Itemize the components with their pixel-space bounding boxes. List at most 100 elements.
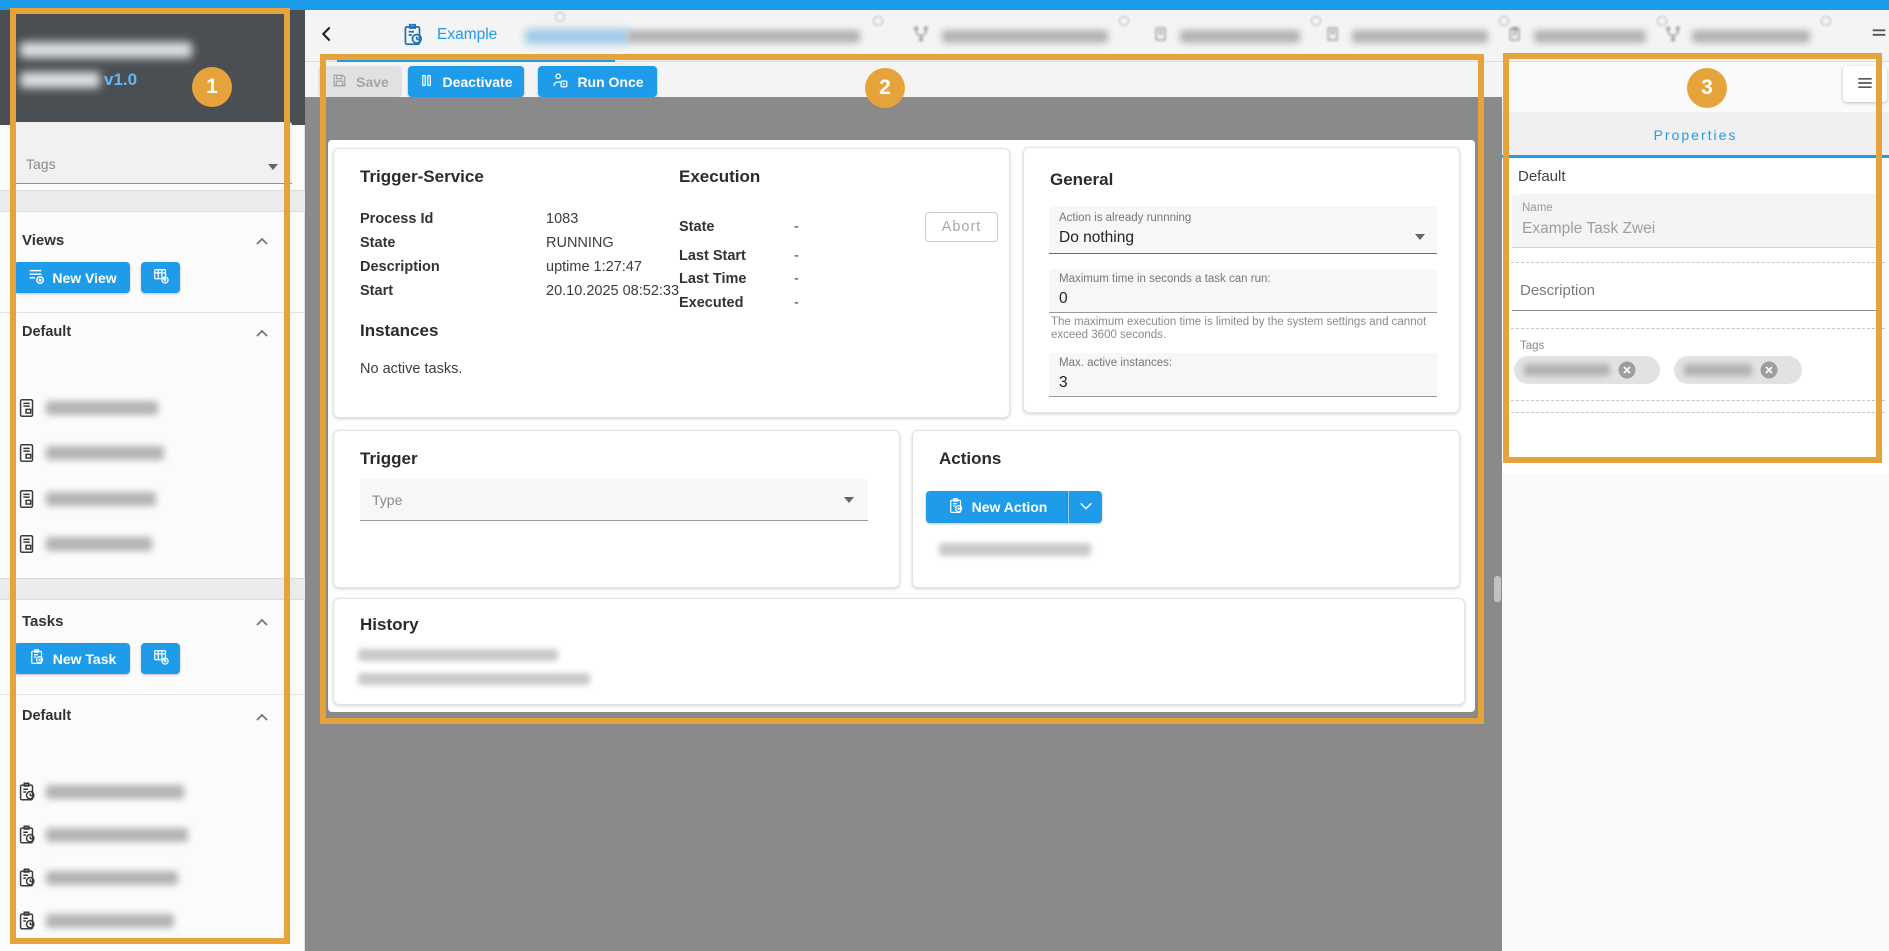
view-list-item[interactable] [16,533,38,558]
left-sidebar: v1.0 Tags Views New View Default [0,10,305,951]
redacted-text [358,649,558,661]
remove-tag-icon[interactable] [1760,361,1778,379]
view-document-icon [16,497,38,513]
new-action-button[interactable]: New Action [926,491,1068,523]
history-card: History [333,598,1465,705]
row-label: Last Time [679,271,746,287]
tab-strip: Example [305,10,1889,62]
task-list-item[interactable] [16,781,38,806]
tags-filter-select[interactable]: Tags [14,122,292,184]
view-document-icon [16,451,38,467]
tab-active-example-task[interactable]: Example [337,10,615,62]
view-list-item[interactable] [16,488,38,513]
chevron-up-icon[interactable] [254,710,270,729]
row-label: State [679,219,714,235]
grid-plus-icon [152,267,170,288]
trigger-service-card: Trigger-Service Process Id 1083 State RU… [333,148,1010,418]
row-value: - [794,295,799,311]
hamburger-menu-icon [1855,73,1875,96]
general-card: General Action is already runnning Do no… [1023,147,1460,413]
scrollbar-thumb[interactable] [1494,576,1501,602]
pause-icon [419,73,434,91]
redacted-text [46,401,158,415]
redacted-text [627,30,860,43]
view-list-item[interactable] [16,397,38,422]
new-task-grid-button[interactable] [141,643,180,674]
actions-card: Actions New Action [912,430,1460,588]
chevron-down-icon [1415,234,1425,240]
deactivate-button[interactable]: Deactivate [408,66,524,97]
properties-panel: Properties Default Name Example Task Zwe… [1502,62,1889,951]
new-action-label: New Action [972,499,1048,515]
run-once-button[interactable]: Run Once [538,66,657,97]
tab-status-dot [1119,16,1129,26]
back-chevron-icon[interactable] [317,24,337,47]
tag-chip[interactable] [1514,356,1660,384]
panel-menu-button[interactable] [1843,66,1887,102]
redacted-text [1684,364,1752,376]
app-top-bar [0,0,1889,10]
redacted-text [46,446,164,460]
save-label: Save [356,74,389,90]
run-once-person-icon [551,71,569,92]
chevron-up-icon[interactable] [254,615,270,634]
redacted-text [46,492,156,506]
view-list-item[interactable] [16,442,38,467]
tab-status-dot [1657,16,1667,26]
view-document-icon [16,406,38,422]
tab-status-dot [1311,16,1321,26]
row-value: uptime 1:27:47 [546,259,642,275]
tab-status-dot [1499,16,1509,26]
field-label: Max. active instances: [1059,357,1172,369]
name-field[interactable]: Name Example Task Zwei [1512,194,1879,248]
redacted-text [1692,30,1810,43]
tags-field-label: Tags [1520,340,1544,352]
task-clipboard-clock-icon [400,22,426,51]
task-list-item[interactable] [16,824,38,849]
instances-title: Instances [360,321,438,341]
redacted-text [1524,364,1610,376]
save-button[interactable]: Save [318,66,402,97]
task-list-item[interactable] [16,867,38,892]
view-document-icon [16,542,38,558]
new-view-grid-button[interactable] [141,262,180,293]
row-label: State [360,235,395,251]
editor-workspace: Trigger-Service Process Id 1083 State RU… [305,97,1502,951]
trigger-type-select[interactable]: Type [360,479,868,521]
chevron-up-icon[interactable] [254,234,270,253]
clipboard-plus-icon [947,497,965,518]
max-instances-input[interactable]: Max. active instances: 3 [1049,353,1437,397]
tab-overflow-menu-icon[interactable] [1870,24,1888,45]
row-value: - [794,271,799,287]
description-field[interactable] [1512,310,1879,311]
dashed-divider [1506,412,1885,413]
row-label: Last Start [679,248,746,264]
tab-properties[interactable]: Properties [1654,127,1738,143]
new-view-button[interactable]: New View [14,262,130,293]
card-title: Actions [939,449,1001,469]
name-field-value: Example Task Zwei [1522,220,1655,238]
max-time-input[interactable]: Maximum time in seconds a task can run: … [1049,269,1437,313]
name-field-label: Name [1522,202,1553,214]
row-value: - [794,219,799,235]
new-action-dropdown-button[interactable] [1068,491,1102,523]
section-divider [0,578,305,600]
task-list-item[interactable] [16,910,38,935]
max-time-help-text: The maximum execution time is limited by… [1051,316,1437,342]
new-task-button[interactable]: New Task [14,643,130,674]
field-value: 3 [1059,374,1068,392]
chevron-up-icon[interactable] [254,326,270,345]
trigger-card: Trigger Type [333,430,900,588]
row-value: 1083 [546,211,578,227]
action-running-select[interactable]: Action is already runnning Do nothing [1049,206,1437,254]
app-header: v1.0 [0,10,305,125]
tab-status-dot [1821,16,1831,26]
app-version: v1.0 [104,70,137,90]
tag-chip[interactable] [1674,356,1802,384]
document-icon [1325,26,1341,45]
remove-tag-icon[interactable] [1618,361,1636,379]
description-field-label: Description [1520,282,1595,299]
abort-button[interactable]: Abort [925,212,998,242]
redacted-text [46,537,152,551]
dashed-divider [1506,400,1885,401]
